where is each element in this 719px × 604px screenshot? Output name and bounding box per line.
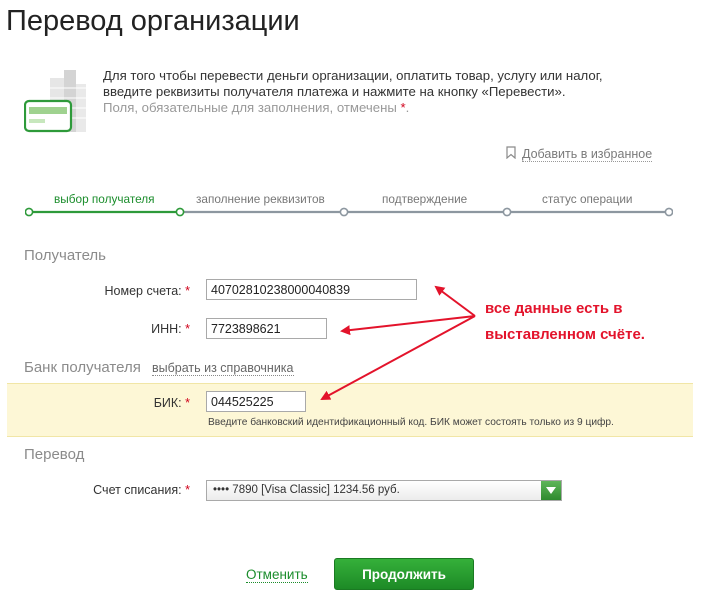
continue-button[interactable]: Продолжить bbox=[334, 558, 474, 590]
step-dot-3 bbox=[339, 207, 349, 217]
chevron-down-icon[interactable] bbox=[541, 481, 561, 500]
step-dot-5 bbox=[664, 207, 673, 217]
annotation-line-1: все данные есть в bbox=[485, 300, 623, 317]
organization-card-icon bbox=[23, 68, 90, 134]
step-dot-1 bbox=[25, 207, 34, 217]
debit-account-value: •••• 7890 [Visa Classic] 1234.56 руб. bbox=[213, 484, 400, 496]
add-to-favorites-label: Добавить в избранное bbox=[522, 146, 653, 162]
select-from-directory-link[interactable]: выбрать из справочника bbox=[152, 361, 294, 376]
step-select-recipient: выбор получателя bbox=[54, 192, 155, 206]
intro-line-1: Для того чтобы перевести деньги организа… bbox=[103, 68, 603, 83]
step-operation-status: статус операции bbox=[542, 192, 633, 206]
debit-account-select[interactable]: •••• 7890 [Visa Classic] 1234.56 руб. bbox=[206, 480, 562, 501]
cancel-link[interactable]: Отменить bbox=[246, 567, 308, 583]
arrow-to-inn bbox=[340, 315, 476, 336]
page-title: Перевод организации bbox=[6, 5, 300, 37]
step-confirmation: подтверждение bbox=[382, 192, 468, 206]
account-number-input[interactable] bbox=[206, 279, 417, 300]
intro-text: Для того чтобы перевести деньги организа… bbox=[103, 68, 663, 116]
step-progress-bar bbox=[25, 207, 673, 217]
inn-label: ИНН: * bbox=[151, 322, 190, 336]
step-dot-4 bbox=[502, 207, 512, 217]
account-label: Номер счета: * bbox=[104, 284, 190, 298]
annotation-text: все данные есть в выставленном счёте. bbox=[485, 296, 645, 348]
step-dot-2 bbox=[175, 207, 185, 217]
add-to-favorites-link[interactable]: Добавить в избранное bbox=[506, 146, 653, 162]
bik-highlight-row bbox=[7, 383, 693, 437]
recipient-heading: Получатель bbox=[24, 247, 106, 264]
transfer-heading: Перевод bbox=[24, 446, 85, 463]
bik-input[interactable] bbox=[206, 391, 306, 412]
bookmark-icon bbox=[506, 146, 516, 162]
bik-label: БИК: * bbox=[153, 396, 190, 410]
debit-account-label: Счет списания: * bbox=[93, 483, 190, 497]
intro-line-2: введите реквизиты получателя платежа и н… bbox=[103, 84, 566, 99]
arrow-to-account bbox=[434, 285, 476, 317]
bank-heading: Банк получателя bbox=[24, 359, 141, 376]
bik-hint: Введите банковский идентификационный код… bbox=[208, 417, 614, 428]
inn-input[interactable] bbox=[206, 318, 327, 339]
annotation-line-2: выставленном счёте. bbox=[485, 326, 645, 343]
required-note: Поля, обязательные для заполнения, отмеч… bbox=[103, 100, 410, 115]
step-fill-details: заполнение реквизитов bbox=[196, 192, 325, 206]
